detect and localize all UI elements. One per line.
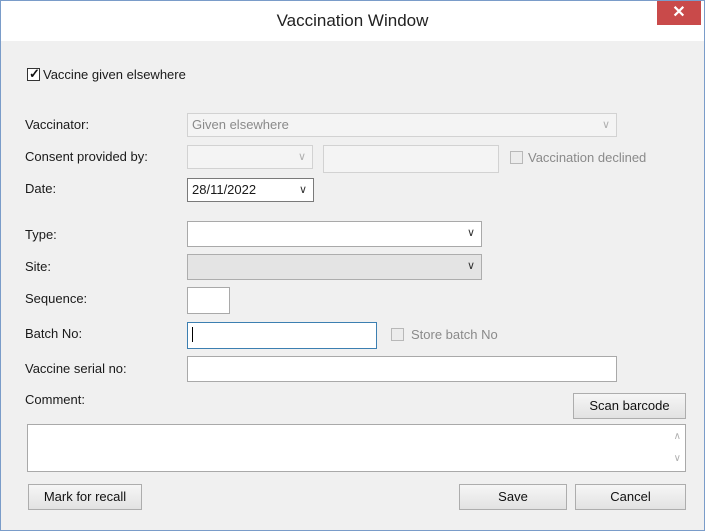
type-label: Type: xyxy=(25,227,57,242)
vaccination-window: Vaccination Window ✕ ✓ Vaccine given els… xyxy=(0,0,705,531)
chevron-down-icon: ∨ xyxy=(298,184,307,196)
text-caret xyxy=(192,327,193,342)
sequence-field[interactable] xyxy=(187,287,230,314)
scroll-down-icon[interactable]: ∨ xyxy=(674,453,681,464)
site-select[interactable]: ∨ xyxy=(187,254,482,280)
close-button[interactable]: ✕ xyxy=(657,1,701,25)
comment-label: Comment: xyxy=(25,392,85,407)
vaccinator-select[interactable]: Given elsewhere ∨ xyxy=(187,113,617,137)
given-elsewhere-label: Vaccine given elsewhere xyxy=(43,67,186,82)
store-batch-checkbox[interactable] xyxy=(391,328,404,341)
sequence-label: Sequence: xyxy=(25,291,88,306)
serial-label: Vaccine serial no: xyxy=(25,361,127,376)
site-label: Site: xyxy=(25,259,52,274)
vaccinator-label: Vaccinator: xyxy=(25,117,90,132)
checkmark-icon: ✓ xyxy=(29,66,40,81)
form-body: ✓ Vaccine given elsewhere Vaccinator: Gi… xyxy=(7,41,698,524)
date-picker[interactable]: 28/11/2022 ∨ xyxy=(187,178,314,202)
chevron-down-icon: ∨ xyxy=(601,119,610,131)
chevron-down-icon: ∨ xyxy=(297,151,306,163)
consent-name-field[interactable] xyxy=(323,145,499,173)
vaccinator-value: Given elsewhere xyxy=(192,117,289,132)
scan-barcode-button[interactable]: Scan barcode xyxy=(573,393,686,419)
batch-label: Batch No: xyxy=(25,326,83,341)
close-icon: ✕ xyxy=(672,4,686,21)
consent-select[interactable]: ∨ xyxy=(187,145,313,169)
vaccination-declined-label: Vaccination declined xyxy=(528,150,647,165)
store-batch-label: Store batch No xyxy=(411,327,498,342)
vaccination-declined-checkbox[interactable] xyxy=(510,151,523,164)
mark-for-recall-button[interactable]: Mark for recall xyxy=(28,484,142,510)
given-elsewhere-checkbox[interactable]: ✓ xyxy=(27,66,40,81)
scroll-up-icon[interactable]: ∧ xyxy=(674,431,681,442)
comment-textarea[interactable]: ∧ ∨ xyxy=(27,424,686,472)
cancel-button[interactable]: Cancel xyxy=(575,484,686,510)
title-bar: Vaccination Window ✕ xyxy=(1,1,704,41)
chevron-down-icon: ∨ xyxy=(466,260,475,272)
window-title: Vaccination Window xyxy=(276,11,429,30)
date-label: Date: xyxy=(25,181,57,196)
serial-input[interactable] xyxy=(187,356,617,382)
batch-input[interactable] xyxy=(187,322,377,349)
date-value: 28/11/2022 xyxy=(192,182,257,197)
save-button[interactable]: Save xyxy=(459,484,567,510)
consent-label: Consent provided by: xyxy=(25,149,148,164)
type-select[interactable]: ∨ xyxy=(187,221,482,247)
chevron-down-icon: ∨ xyxy=(466,227,475,239)
